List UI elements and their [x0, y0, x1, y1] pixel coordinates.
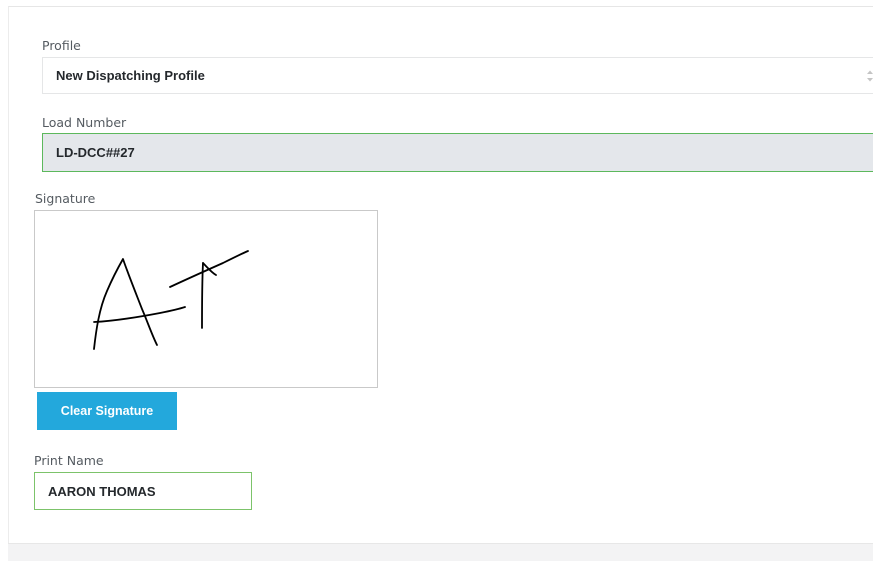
print-name-field[interactable]: AARON THOMAS	[34, 472, 252, 510]
panel-footer	[8, 543, 873, 561]
print-name-value: AARON THOMAS	[48, 483, 156, 499]
clear-signature-button[interactable]: Clear Signature	[37, 392, 177, 430]
signature-label: Signature	[35, 191, 96, 206]
select-arrows-icon	[867, 70, 873, 82]
load-number-value: LD-DCC##27	[56, 145, 135, 160]
print-name-label: Print Name	[34, 453, 104, 468]
signature-pad[interactable]	[34, 210, 378, 388]
load-number-field[interactable]: LD-DCC##27	[42, 133, 873, 172]
signature-drawing	[93, 250, 249, 350]
profile-select[interactable]: New Dispatching Profile	[42, 57, 873, 94]
profile-label: Profile	[42, 38, 81, 53]
load-number-label: Load Number	[42, 115, 127, 130]
profile-selected-value: New Dispatching Profile	[56, 68, 205, 83]
